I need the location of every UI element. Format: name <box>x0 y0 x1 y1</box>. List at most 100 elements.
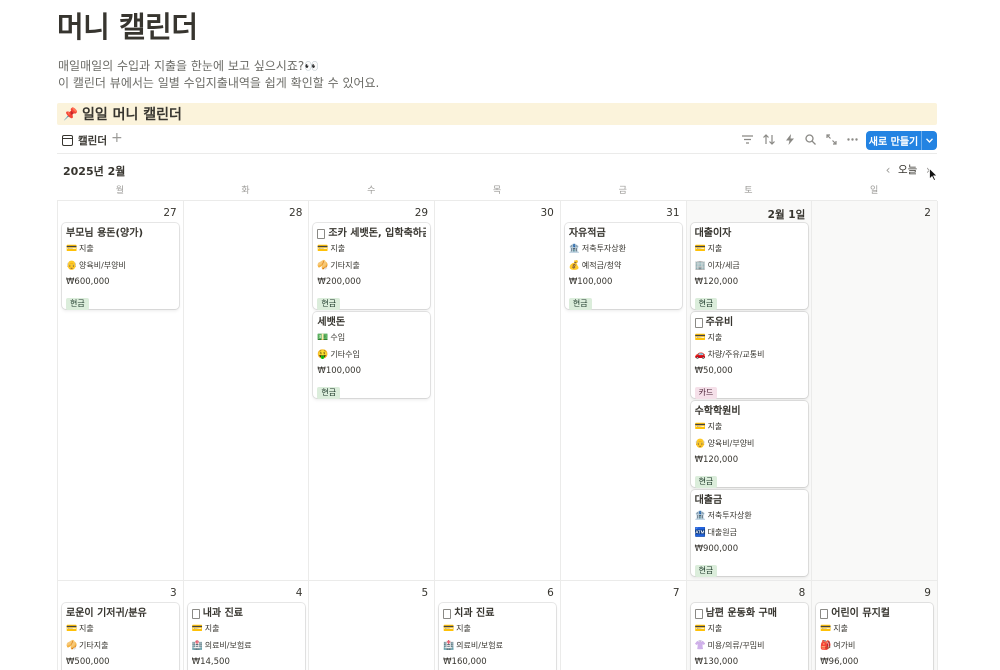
entry-category-icon: 🏧 <box>694 527 706 538</box>
entry-category-label: 여가비 <box>833 640 856 650</box>
entry-category-label: 의료비/보험료 <box>456 640 503 650</box>
entry-title-text: 대출금 <box>694 495 723 506</box>
day-number: 8 <box>798 587 806 599</box>
weekday-tue: 화 <box>241 186 250 196</box>
search-icon[interactable] <box>803 132 818 147</box>
entry-type: 💳 지출 <box>443 621 552 638</box>
calendar-day-cell[interactable]: 5 <box>309 581 436 670</box>
entry-title-text: 부모님 용돈(양가) <box>66 228 144 239</box>
day-number: 3 <box>170 587 177 599</box>
entry-category: 👴 양육비/부양비 <box>695 436 804 453</box>
filter-icon[interactable] <box>740 132 755 147</box>
entry-title-text: 남편 운동화 구매 <box>705 608 777 619</box>
database-toolbar: 캘린더 + 새로 만들기 <box>57 130 937 154</box>
view-tab-label: 캘린더 <box>78 135 107 147</box>
callout-block: 📌 일일 머니 캘린더 <box>57 103 937 125</box>
payment-method-tag: 현금 <box>317 297 341 310</box>
payment-method-tag: 현금 <box>694 475 718 488</box>
entry-title: 대출금 <box>695 494 804 508</box>
entry-amount: ₩200,000 <box>317 277 361 288</box>
entry-category: 🥠 기타지출 <box>66 638 175 655</box>
entry-category-label: 미용/의류/꾸밈비 <box>707 640 765 650</box>
entry-title: 조카 세뱃돈, 입학축하금 <box>317 227 426 241</box>
more-icon[interactable] <box>845 132 860 147</box>
calendar-entry-card[interactable]: 자유적금 🏦 저축투자상환 💰 예적금/청약 ₩100,000 현금 <box>564 223 682 310</box>
entry-category-label: 기타지출 <box>79 640 109 650</box>
entry-title: 자유적금 <box>569 227 678 241</box>
view-tab-calendar[interactable]: 캘린더 <box>62 133 107 148</box>
entry-category-icon: 👚 <box>694 640 706 651</box>
automation-icon[interactable] <box>782 132 797 147</box>
document-icon <box>317 229 326 239</box>
document-icon <box>694 318 703 328</box>
entry-title-text: 수학학원비 <box>694 406 741 417</box>
page-description-line-1: 매일매일의 수입과 지출을 한눈에 보고 싶으시죠?👀 <box>58 59 320 73</box>
calendar-day-cell[interactable]: 28 <box>183 201 310 581</box>
entry-title-text: 어린이 뮤지컬 <box>831 608 890 619</box>
calendar-day-cell[interactable]: 30 <box>435 201 561 581</box>
entry-type: 💳 지출 <box>695 330 804 347</box>
today-button[interactable]: 오늘 <box>898 162 917 177</box>
calendar-day-cell[interactable]: 2 <box>812 201 938 581</box>
entry-amount: ₩900,000 <box>694 544 739 555</box>
add-view-button[interactable]: + <box>111 130 123 146</box>
entry-category-icon: 🥠 <box>317 260 329 271</box>
entry-type-label: 지출 <box>204 624 220 633</box>
new-entry-button[interactable]: 새로 만들기 <box>866 131 937 150</box>
calendar-entry-card[interactable]: 치과 진료 💳 지출 🏥 의료비/보험료 ₩160,000 <box>439 603 557 670</box>
entry-type: 💳 지출 <box>820 621 929 638</box>
entry-category-label: 기타수입 <box>330 349 360 359</box>
calendar-entry-card[interactable]: 세뱃돈 💵 수입 🤑 기타수입 ₩100,000 현금 <box>313 312 431 399</box>
entry-type: 💳 지출 <box>66 241 175 258</box>
calendar-entry-card[interactable]: 내과 진료 💳 지출 🏥 의료비/보험료 ₩14,500 <box>187 603 305 670</box>
entry-type-icon: 🏦 <box>568 244 581 254</box>
weekday-header: 월 화 수 목 금 토 일 <box>57 183 937 201</box>
entry-title: 세뱃돈 <box>317 316 426 330</box>
entry-amount: ₩14,500 <box>191 657 230 668</box>
entry-category-label: 기타지출 <box>330 260 360 270</box>
entry-type: 🏦 저축투자상환 <box>695 508 804 525</box>
chevron-down-icon[interactable] <box>921 131 937 150</box>
previous-month-icon[interactable]: ‹ <box>880 163 896 177</box>
calendar-entry-card[interactable]: 어린이 뮤지컬 💳 지출 🎒 여가비 ₩96,000 <box>816 603 934 670</box>
day-number: 28 <box>289 207 303 219</box>
calendar-entry-card[interactable]: 대출금 🏦 저축투자상환 🏧 대출원금 ₩900,000 현금 <box>690 490 808 577</box>
entry-amount: ₩120,000 <box>694 455 739 466</box>
calendar-day-cell[interactable]: 7 <box>561 581 687 670</box>
weekday-sun: 일 <box>870 186 879 196</box>
weekday-thu: 목 <box>492 186 502 196</box>
entry-title-text: 세뱃돈 <box>317 317 346 328</box>
document-icon <box>694 609 703 619</box>
entry-title-text: 치과 진료 <box>454 608 495 619</box>
calendar-entry-card[interactable]: 부모님 용돈(양가) 💳 지출 👴 양육비/부양비 ₩600,000 현금 <box>62 223 179 310</box>
calendar-entry-card[interactable]: 수학학원비 💳 지출 👴 양육비/부양비 ₩120,000 현금 <box>690 401 808 488</box>
calendar-entry-card[interactable]: 대출이자 💳 지출 🏢 이자/세금 ₩120,000 현금 <box>690 223 808 310</box>
entry-title-text: 자유적금 <box>568 228 606 239</box>
callout-heading: 일일 머니 캘린더 <box>81 107 182 123</box>
calendar-entry-card[interactable]: 주유비 💳 지출 🚗 차량/주유/교통비 ₩50,000 카드 <box>690 312 808 399</box>
payment-method-tag: 현금 <box>568 297 592 310</box>
entry-category-label: 차량/주유/교통비 <box>707 349 765 359</box>
entry-type-icon: 💳 <box>694 422 706 432</box>
entry-category: 🥠 기타지출 <box>317 258 426 275</box>
entry-category-label: 예적금/청약 <box>581 260 622 270</box>
expand-icon[interactable] <box>824 132 839 147</box>
calendar-entry-card[interactable]: 조카 세뱃돈, 입학축하금 💳 지출 🥠 기타지출 ₩200,000 현금 <box>313 223 431 310</box>
payment-method-tag: 카드 <box>694 386 718 399</box>
entry-category-icon: 🤑 <box>317 349 329 360</box>
calendar-entry-card[interactable]: 로운이 기저귀/분유 💳 지출 🥠 기타지출 ₩500,000 <box>62 603 179 670</box>
calendar-navigation: ‹ 오늘 › <box>880 162 936 177</box>
entry-type: 🏦 저축투자상환 <box>569 241 678 258</box>
calendar-entry-card[interactable]: 남편 운동화 구매 💳 지출 👚 미용/의류/꾸밈비 ₩130,000 <box>690 603 808 670</box>
day-number: 9 <box>924 587 931 599</box>
entry-amount: ₩500,000 <box>66 657 110 668</box>
sort-icon[interactable] <box>761 132 776 147</box>
entry-type-icon: 💳 <box>443 624 455 634</box>
day-number: 4 <box>295 587 303 599</box>
entry-type: 💳 지출 <box>66 621 175 638</box>
entry-title-text: 조카 세뱃돈, 입학축하금 <box>328 228 427 239</box>
entry-type-label: 수입 <box>330 333 346 342</box>
entry-category: 🎒 여가비 <box>820 638 929 655</box>
day-number: 2 <box>924 207 931 219</box>
entry-category-icon: 🎒 <box>820 640 832 651</box>
